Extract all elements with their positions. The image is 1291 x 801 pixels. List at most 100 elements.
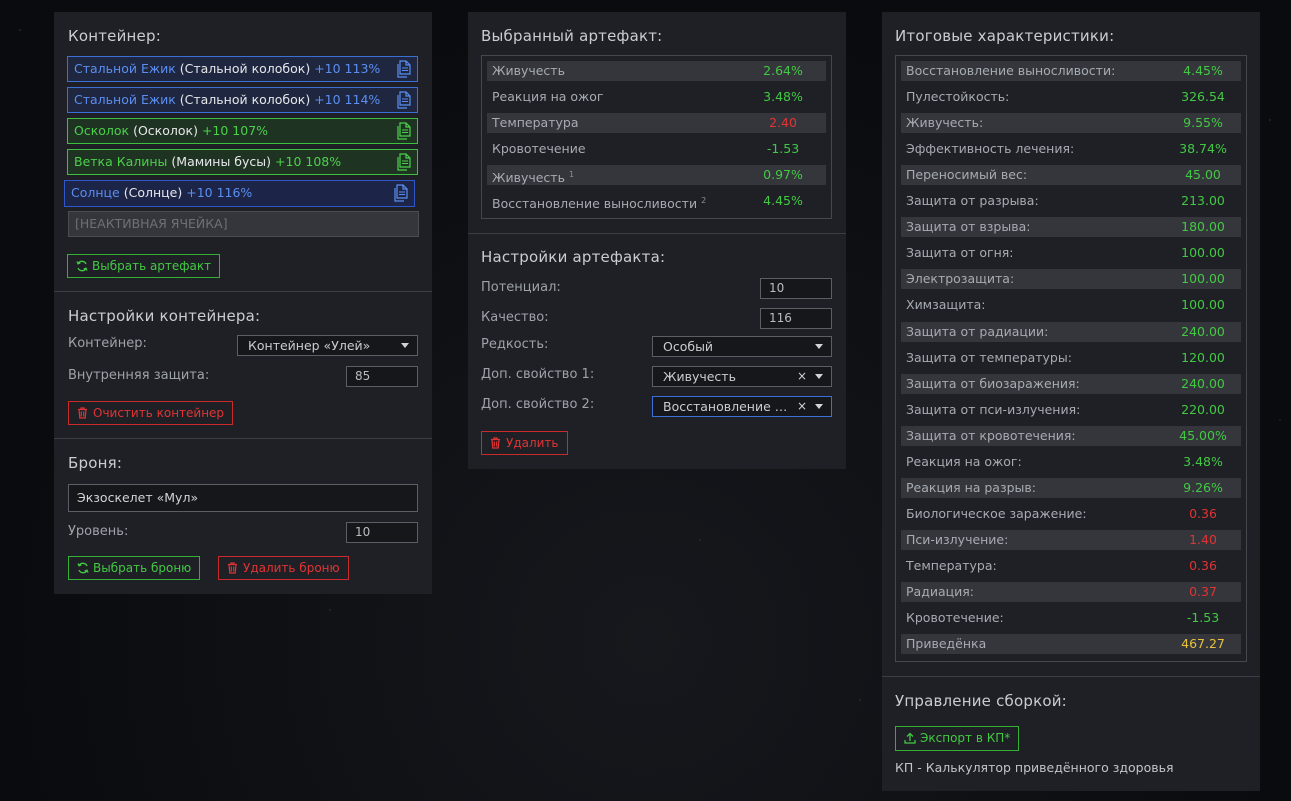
total-name: Реакция на разрыв: [906,479,1036,495]
stat-row: Кровотечение -1.53 [487,139,826,159]
total-value: 100.00 [1181,297,1225,313]
total-name: Защита от разрыва: [906,193,1039,209]
total-name: Живучесть: [906,115,984,131]
container-settings-title: Настройки контейнера: [68,307,261,325]
total-row: Пси-излучение: 1.40 [901,529,1241,550]
total-value: 220.00 [1181,401,1225,417]
artifact-stats-box: Живучесть 2.64% Реакция на ожог 3.48% Темпер… [481,55,832,219]
stat-row: Живучесть 1 0.97% [487,165,826,185]
copy-icon[interactable] [397,91,411,109]
armor-level-input[interactable]: 10 [346,522,418,543]
export-label: Экспорт в КП* [920,731,1011,745]
total-name: Приведёнка [906,636,987,652]
export-button[interactable]: Экспорт в КП* [895,726,1020,751]
artifact-settings-title: Настройки артефакта: [481,248,666,266]
extra2-value: Восстановление выносливости [663,399,791,414]
rarity-label: Редкость: [481,337,549,352]
clear-container-button[interactable]: Очистить контейнер [68,401,234,425]
delete-armor-button[interactable]: Удалить броню [218,556,349,580]
armor-title: Броня: [68,454,123,472]
clear-icon[interactable]: × [797,397,807,416]
total-row: Восстановление выносливости: 4.45% [901,61,1241,81]
total-row: Химзащита: 100.00 [901,295,1241,315]
total-name: Пси-излучение: [906,531,1009,547]
divider [54,291,432,292]
artifact-name: Ветка Калины [74,154,168,169]
stat-row: Живучесть 2.64% [487,61,826,81]
refresh-icon [77,562,89,574]
internal-protection-input[interactable]: 85 [346,366,418,387]
artifact-name: Солнце [71,185,120,200]
container-slot[interactable]: Солнце (Солнце) +10 116% [64,180,415,207]
container-slot[interactable]: Стальной Ежик (Стальной колобок) +10 114… [67,87,418,113]
total-value: 0.37 [1189,584,1217,599]
artifact-name: Стальной Ежик [74,61,176,76]
copy-icon[interactable] [394,184,408,202]
delete-artifact-label: Удалить [506,436,559,450]
total-row: Эффективность лечения: 38.74% [901,139,1241,159]
total-row: Защита от взрыва: 180.00 [901,217,1241,238]
extra2-select[interactable]: Восстановление выносливости × [652,396,832,417]
choose-artifact-button[interactable]: Выбрать артефакт [67,254,221,278]
stat-name: Температура [492,115,579,130]
stat-value: 0.97% [763,167,803,182]
refresh-icon [76,260,88,272]
export-footnote: КП - Калькулятор приведённого здоровья [895,760,1174,775]
delete-artifact-button[interactable]: Удалить [481,431,568,455]
stat-value: -1.53 [766,141,800,156]
copy-icon[interactable] [397,122,411,140]
total-row: Защита от огня: 100.00 [901,243,1241,263]
choose-artifact-label: Выбрать артефакт [92,259,212,273]
clear-icon[interactable]: × [797,367,807,386]
total-name: Защита от радиации: [906,323,1049,339]
armor-level-value: 10 [355,525,371,539]
stat-row: Реакция на ожог 3.48% [487,87,826,107]
total-name: Защита от взрыва: [906,219,1031,235]
divider [54,438,432,439]
internal-protection-value: 85 [355,369,371,383]
stat-value: 3.48% [763,89,803,104]
upload-icon [904,732,916,744]
total-name: Радиация: [906,584,974,599]
total-name: Защита от биозаражения: [906,375,1080,391]
total-value: 240.00 [1181,375,1225,391]
potential-value: 10 [769,281,785,295]
total-value: 467.27 [1181,636,1225,652]
inactive-slot: [НЕАКТИВНАЯ ЯЧЕЙКА] [68,211,419,237]
artifact-stat: +10 113% [314,61,381,76]
chevron-down-icon [815,344,823,349]
container-type-select[interactable]: Контейнер «Улей» [237,335,418,356]
left-panel: Контейнер: Стальной Ежик (Стальной колоб… [54,12,432,594]
build-management-title: Управление сборкой: [895,692,1067,710]
container-slot[interactable]: Осколок (Осколок) +10 107% [67,118,418,144]
container-title: Контейнер: [68,27,161,45]
total-name: Электрозащита: [906,271,1015,287]
potential-input[interactable]: 10 [760,278,832,299]
total-row: Температура: 0.36 [901,556,1241,576]
extra1-select[interactable]: Живучесть × [652,366,832,387]
total-value: 100.00 [1181,271,1225,287]
total-row: Реакция на ожог: 3.48% [901,452,1241,472]
right-panel: Итоговые характеристики: Восстановление … [882,12,1260,791]
total-row: Пулестойкость: 326.54 [901,87,1241,107]
copy-icon[interactable] [397,60,411,78]
divider [468,233,846,234]
armor-value: Экзоскелет «Мул» [77,490,199,505]
container-slot[interactable]: Стальной Ежик (Стальной колобок) +10 113… [67,56,418,82]
armor-level-label: Уровень: [68,524,129,539]
copy-icon[interactable] [397,153,411,171]
trash-icon [228,562,237,574]
quality-input[interactable]: 116 [760,308,832,329]
total-value: 3.48% [1183,453,1223,469]
container-slot[interactable]: Ветка Калины (Мамины бусы) +10 108% [67,149,418,175]
chevron-down-icon [401,343,409,348]
stat-row: Восстановление выносливости 2 4.45% [487,191,826,211]
rarity-select[interactable]: Особый [652,336,832,357]
total-value: 326.54 [1181,89,1225,105]
choose-armor-label: Выбрать броню [93,561,192,575]
container-type-label: Контейнер: [68,336,147,351]
armor-field[interactable]: Экзоскелет «Мул» [68,484,418,512]
stat-value: 2.64% [763,63,803,78]
choose-armor-button[interactable]: Выбрать броню [68,556,201,580]
totals-stats-box: Восстановление выносливости: 4.45% Пулесто… [895,55,1247,662]
